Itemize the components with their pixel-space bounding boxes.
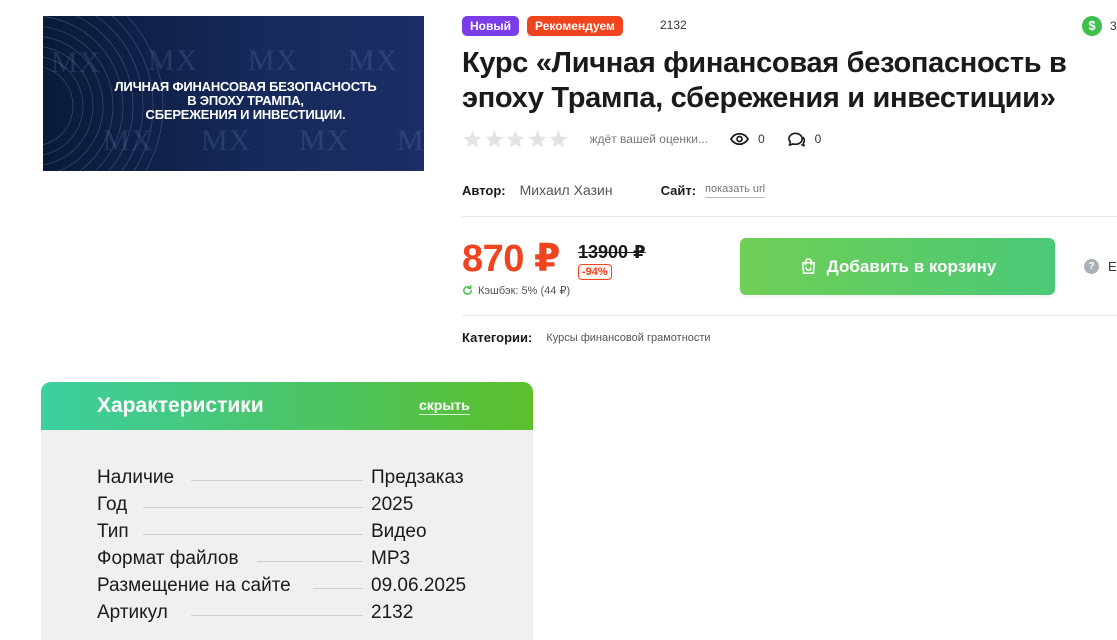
product-page: MX MX MX MX MX MX MX MX ЛИЧНАЯ ФИНАНСОВА… bbox=[0, 0, 1117, 640]
rating-stars[interactable] bbox=[462, 129, 570, 150]
characteristic-label: Размещение на сайте bbox=[97, 574, 299, 597]
rating-status-text: ждёт вашей оценки... bbox=[589, 132, 708, 146]
category-link[interactable]: Курсы финансовой грамотности bbox=[546, 332, 710, 344]
refresh-icon bbox=[463, 285, 472, 295]
characteristic-row: Тип Видео bbox=[97, 518, 517, 545]
star-icon[interactable] bbox=[548, 129, 569, 150]
banner-line: СБЕРЕЖЕНИЯ И ИНВЕСТИЦИИ. bbox=[145, 107, 346, 122]
comments-count: 0 bbox=[814, 132, 822, 146]
rating-row: ждёт вашей оценки... 0 0 bbox=[462, 127, 821, 151]
characteristic-value: 2025 bbox=[371, 493, 414, 515]
characteristic-value: Предзаказ bbox=[371, 466, 464, 488]
categories-row: Категории: Курсы финансовой грамотности bbox=[462, 330, 711, 345]
author-name[interactable]: Михаил Хазин bbox=[520, 182, 613, 198]
discount-badge: -94% bbox=[578, 264, 612, 280]
characteristic-value: Видео bbox=[371, 520, 427, 542]
article-number: 2132 bbox=[660, 18, 687, 32]
dotted-leader bbox=[313, 588, 363, 589]
comments-counter[interactable]: 0 bbox=[787, 131, 822, 148]
characteristic-label: Тип bbox=[97, 520, 137, 543]
comment-icon bbox=[787, 132, 805, 147]
badge-new: Новый bbox=[462, 16, 519, 36]
question-icon: ? bbox=[1084, 259, 1099, 274]
hide-characteristics-button[interactable]: скрыть bbox=[419, 397, 470, 415]
star-icon[interactable] bbox=[484, 129, 505, 150]
site-label: Сайт: bbox=[660, 182, 697, 198]
characteristic-row: Размещение на сайте 09.06.2025 bbox=[97, 572, 517, 599]
banner-watermark: MX bbox=[103, 124, 154, 157]
cashback-info: Кэшбэк: 5% (44 ₽) bbox=[462, 284, 570, 297]
characteristic-row: Наличие Предзаказ bbox=[97, 464, 517, 491]
cashback-indicator[interactable]: $ 3 bbox=[1082, 16, 1117, 36]
help-link[interactable]: ? Е bbox=[1084, 259, 1117, 274]
dotted-leader bbox=[143, 507, 363, 508]
categories-label: Категории: bbox=[462, 330, 533, 345]
dotted-leader bbox=[143, 534, 363, 535]
views-counter: 0 bbox=[729, 132, 765, 146]
help-text: Е bbox=[1108, 259, 1117, 274]
banner-watermark: MX bbox=[51, 46, 102, 79]
characteristic-label: Год bbox=[97, 493, 136, 516]
add-to-cart-button[interactable]: Добавить в корзину bbox=[740, 238, 1055, 295]
show-url-link[interactable]: показать url bbox=[705, 183, 766, 198]
banner-line: В ЭПОХУ ТРАМПА, bbox=[187, 93, 304, 108]
dotted-leader bbox=[257, 561, 363, 562]
divider bbox=[462, 315, 1117, 316]
cashback-indicator-value: 3 bbox=[1110, 19, 1117, 33]
characteristic-value: MP3 bbox=[371, 547, 411, 569]
characteristic-label: Наличие bbox=[97, 466, 183, 489]
characteristics-header: Характеристики скрыть bbox=[41, 382, 533, 430]
star-icon[interactable] bbox=[462, 129, 483, 150]
characteristics-panel: Характеристики скрыть Наличие Предзаказ … bbox=[41, 382, 533, 640]
cashback-text: Кэшбэк: 5% (44 ₽) bbox=[478, 285, 571, 297]
characteristic-value: 2132 bbox=[371, 601, 414, 623]
banner-watermark: MX bbox=[299, 124, 350, 157]
banner-watermark: MX bbox=[348, 44, 399, 77]
characteristics-list: Наличие Предзаказ Год 2025 Тип Видео Фор… bbox=[97, 464, 517, 626]
characteristics-title: Характеристики bbox=[97, 394, 264, 417]
add-to-cart-label: Добавить в корзину bbox=[826, 256, 997, 276]
eye-icon bbox=[729, 132, 749, 146]
characteristic-value: 09.06.2025 bbox=[371, 574, 467, 596]
dotted-leader bbox=[191, 480, 363, 481]
banner-watermark: MX bbox=[148, 44, 199, 77]
divider bbox=[462, 216, 1117, 217]
shopping-bag-icon bbox=[801, 258, 815, 274]
star-icon[interactable] bbox=[527, 129, 548, 150]
badge-recommended: Рекомендуем bbox=[527, 16, 623, 36]
product-badges: Новый Рекомендуем bbox=[462, 16, 631, 36]
dotted-leader bbox=[191, 615, 363, 616]
banner-line: ЛИЧНАЯ ФИНАНСОВАЯ БЕЗОПАСНОСТЬ bbox=[114, 79, 377, 94]
banner-watermark: MX bbox=[201, 124, 252, 157]
old-price: 13900 ₽ bbox=[578, 242, 646, 262]
product-title: Курс «Личная финансовая безопасность в э… bbox=[462, 47, 1067, 114]
star-icon[interactable] bbox=[505, 129, 526, 150]
product-banner-image[interactable]: MX MX MX MX MX MX MX MX ЛИЧНАЯ ФИНАНСОВА… bbox=[43, 16, 424, 171]
dollar-icon: $ bbox=[1082, 16, 1102, 36]
author-label: Автор: bbox=[462, 182, 506, 198]
characteristic-row: Артикул 2132 bbox=[97, 599, 517, 626]
banner-caption: ЛИЧНАЯ ФИНАНСОВАЯ БЕЗОПАСНОСТЬ В ЭПОХУ Т… bbox=[73, 80, 418, 122]
banner-watermark: MX bbox=[397, 124, 424, 157]
meta-row: Автор: Михаил Хазин Сайт: показать url bbox=[462, 182, 766, 198]
characteristic-label: Формат файлов bbox=[97, 547, 247, 570]
characteristic-label: Артикул bbox=[97, 601, 176, 624]
characteristic-row: Год 2025 bbox=[97, 491, 517, 518]
characteristic-row: Формат файлов MP3 bbox=[97, 545, 517, 572]
banner-watermark: MX bbox=[248, 44, 299, 77]
current-price: 870 ₽ bbox=[462, 238, 560, 280]
views-count: 0 bbox=[757, 132, 765, 146]
